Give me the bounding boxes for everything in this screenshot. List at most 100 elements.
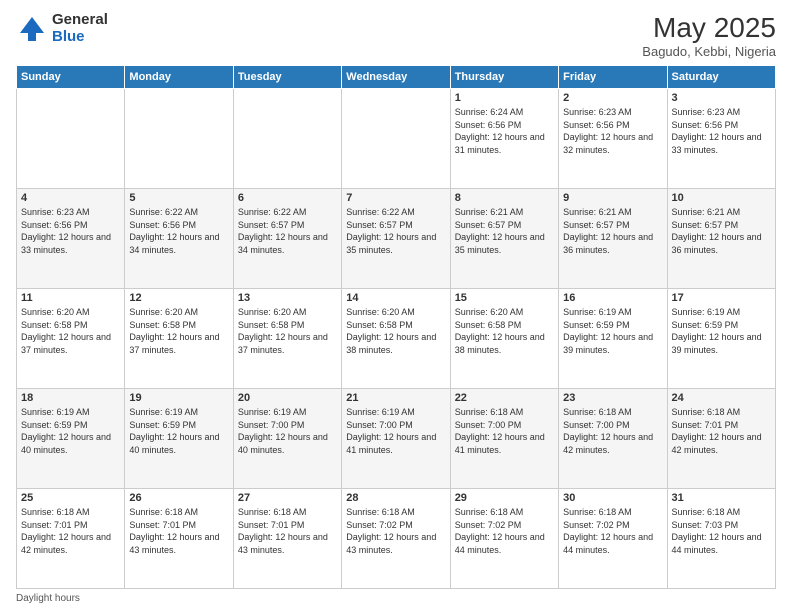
day-info: Sunrise: 6:18 AM Sunset: 7:03 PM Dayligh… <box>672 506 771 556</box>
day-number: 4 <box>21 192 120 204</box>
day-number: 5 <box>129 192 228 204</box>
calendar-cell: 20Sunrise: 6:19 AM Sunset: 7:00 PM Dayli… <box>233 389 341 489</box>
day-number: 27 <box>238 492 337 504</box>
calendar-cell: 15 Sunrise: 6:20 AM Sunset: 6:58 PM Dayli… <box>450 289 558 389</box>
day-info: Sunrise: 6:19 AM Sunset: 6:59 PM Dayligh… <box>129 406 228 456</box>
calendar-cell: 18Sunrise: 6:19 AM Sunset: 6:59 PM Dayli… <box>17 389 125 489</box>
calendar-cell: 2Sunrise: 6:23 AM Sunset: 6:56 PM Daylig… <box>559 89 667 189</box>
day-number: 7 <box>346 192 445 204</box>
calendar-cell <box>342 89 450 189</box>
calendar-cell: 21Sunrise: 6:19 AM Sunset: 7:00 PM Dayli… <box>342 389 450 489</box>
calendar-cell: 6 Sunrise: 6:22 AM Sunset: 6:57 PM Daylig… <box>233 189 341 289</box>
page: General Blue May 2025 Bagudo, Kebbi, Nig… <box>0 0 792 612</box>
day-info: Sunrise: 6:20 AM Sunset: 6:58 PM Dayligh… <box>455 306 554 356</box>
day-number: 17 <box>672 292 771 304</box>
day-info: Sunrise: 6:23 AM Sunset: 6:56 PM Dayligh… <box>21 206 120 256</box>
day-number: 13 <box>238 292 337 304</box>
calendar-week-row: 11 Sunrise: 6:20 AM Sunset: 6:58 PM Dayli… <box>17 289 776 389</box>
day-number: 25 <box>21 492 120 504</box>
location-subtitle: Bagudo, Kebbi, Nigeria <box>642 44 776 59</box>
day-info: Sunrise: 6:21 AM Sunset: 6:57 PM Dayligh… <box>672 206 771 256</box>
day-number: 15 <box>455 292 554 304</box>
calendar-cell: 22 Sunrise: 6:18 AM Sunset: 7:00 PM Dayli… <box>450 389 558 489</box>
day-info: Sunrise: 6:18 AM Sunset: 7:00 PM Dayligh… <box>455 406 554 456</box>
calendar-cell: 11Sunrise: 6:20 AM Sunset: 6:58 PM Dayli… <box>17 289 125 389</box>
day-info: Sunrise: 6:18 AM Sunset: 7:01 PM Dayligh… <box>238 506 337 556</box>
header: General Blue May 2025 Bagudo, Kebbi, Nig… <box>16 12 776 59</box>
calendar-cell: 4 Sunrise: 6:23 AM Sunset: 6:56 PM Daylig… <box>17 189 125 289</box>
calendar-week-row: 1Sunrise: 6:24 AM Sunset: 6:56 PM Daylig… <box>17 89 776 189</box>
logo-blue-text: Blue <box>52 29 108 46</box>
calendar-cell: 25Sunrise: 6:18 AM Sunset: 7:01 PM Dayli… <box>17 489 125 589</box>
month-title: May 2025 <box>642 12 776 44</box>
calendar-header-tuesday: Tuesday <box>233 66 341 89</box>
logo-text: General Blue <box>52 12 108 45</box>
calendar-week-row: 18Sunrise: 6:19 AM Sunset: 6:59 PM Dayli… <box>17 389 776 489</box>
day-info: Sunrise: 6:23 AM Sunset: 6:56 PM Dayligh… <box>672 106 771 156</box>
calendar-header-friday: Friday <box>559 66 667 89</box>
calendar-cell: 8Sunrise: 6:21 AM Sunset: 6:57 PM Daylig… <box>450 189 558 289</box>
calendar-table: SundayMondayTuesdayWednesdayThursdayFrid… <box>16 65 776 589</box>
calendar-cell: 31 Sunrise: 6:18 AM Sunset: 7:03 PM Dayli… <box>667 489 775 589</box>
calendar-header-thursday: Thursday <box>450 66 558 89</box>
logo: General Blue <box>16 12 108 45</box>
calendar-cell: 16 Sunrise: 6:19 AM Sunset: 6:59 PM Dayli… <box>559 289 667 389</box>
day-number: 24 <box>672 392 771 404</box>
day-number: 26 <box>129 492 228 504</box>
day-number: 16 <box>563 292 662 304</box>
day-info: Sunrise: 6:18 AM Sunset: 7:00 PM Dayligh… <box>563 406 662 456</box>
day-info: Sunrise: 6:19 AM Sunset: 6:59 PM Dayligh… <box>563 306 662 356</box>
day-info: Sunrise: 6:19 AM Sunset: 7:00 PM Dayligh… <box>346 406 445 456</box>
calendar-cell: 23 Sunrise: 6:18 AM Sunset: 7:00 PM Dayli… <box>559 389 667 489</box>
calendar-cell: 24 Sunrise: 6:18 AM Sunset: 7:01 PM Dayli… <box>667 389 775 489</box>
day-number: 22 <box>455 392 554 404</box>
calendar-cell: 14 Sunrise: 6:20 AM Sunset: 6:58 PM Dayli… <box>342 289 450 389</box>
calendar-cell: 7 Sunrise: 6:22 AM Sunset: 6:57 PM Daylig… <box>342 189 450 289</box>
day-info: Sunrise: 6:18 AM Sunset: 7:02 PM Dayligh… <box>346 506 445 556</box>
day-info: Sunrise: 6:20 AM Sunset: 6:58 PM Dayligh… <box>346 306 445 356</box>
day-number: 19 <box>129 392 228 404</box>
day-info: Sunrise: 6:22 AM Sunset: 6:57 PM Dayligh… <box>238 206 337 256</box>
day-info: Sunrise: 6:19 AM Sunset: 7:00 PM Dayligh… <box>238 406 337 456</box>
day-number: 2 <box>563 92 662 104</box>
day-number: 6 <box>238 192 337 204</box>
calendar-cell: 29Sunrise: 6:18 AM Sunset: 7:02 PM Dayli… <box>450 489 558 589</box>
calendar-cell: 5 Sunrise: 6:22 AM Sunset: 6:56 PM Daylig… <box>125 189 233 289</box>
day-number: 29 <box>455 492 554 504</box>
calendar-cell: 26Sunrise: 6:18 AM Sunset: 7:01 PM Dayli… <box>125 489 233 589</box>
day-number: 28 <box>346 492 445 504</box>
day-info: Sunrise: 6:19 AM Sunset: 6:59 PM Dayligh… <box>21 406 120 456</box>
calendar-cell: 17Sunrise: 6:19 AM Sunset: 6:59 PM Dayli… <box>667 289 775 389</box>
day-number: 14 <box>346 292 445 304</box>
logo-general-text: General <box>52 12 108 29</box>
calendar-cell: 27 Sunrise: 6:18 AM Sunset: 7:01 PM Dayli… <box>233 489 341 589</box>
calendar-cell: 30Sunrise: 6:18 AM Sunset: 7:02 PM Dayli… <box>559 489 667 589</box>
calendar-week-row: 25 Sunrise: 6:18 AM Sunset: 7:01 PM Dayli… <box>17 489 776 589</box>
calendar-cell <box>233 89 341 189</box>
day-number: 11 <box>21 292 120 304</box>
day-number: 30 <box>563 492 662 504</box>
calendar-header-saturday: Saturday <box>667 66 775 89</box>
calendar-cell: 28 Sunrise: 6:18 AM Sunset: 7:02 PM Dayli… <box>342 489 450 589</box>
day-number: 23 <box>563 392 662 404</box>
calendar-header-row: SundayMondayTuesdayWednesdayThursdayFrid… <box>17 66 776 89</box>
day-info: Sunrise: 6:21 AM Sunset: 6:57 PM Dayligh… <box>563 206 662 256</box>
day-number: 10 <box>672 192 771 204</box>
calendar-cell: 3 Sunrise: 6:23 AM Sunset: 6:56 PM Daylig… <box>667 89 775 189</box>
calendar-header-sunday: Sunday <box>17 66 125 89</box>
calendar-cell: 1Sunrise: 6:24 AM Sunset: 6:56 PM Daylig… <box>450 89 558 189</box>
calendar-header-monday: Monday <box>125 66 233 89</box>
calendar-week-row: 4 Sunrise: 6:23 AM Sunset: 6:56 PM Daylig… <box>17 189 776 289</box>
calendar-cell <box>125 89 233 189</box>
day-number: 9 <box>563 192 662 204</box>
calendar-cell: 13 Sunrise: 6:20 AM Sunset: 6:58 PM Dayli… <box>233 289 341 389</box>
day-number: 31 <box>672 492 771 504</box>
day-number: 3 <box>672 92 771 104</box>
calendar-cell: 19 Sunrise: 6:19 AM Sunset: 6:59 PM Dayli… <box>125 389 233 489</box>
day-number: 12 <box>129 292 228 304</box>
day-info: Sunrise: 6:22 AM Sunset: 6:57 PM Dayligh… <box>346 206 445 256</box>
day-info: Sunrise: 6:22 AM Sunset: 6:56 PM Dayligh… <box>129 206 228 256</box>
day-info: Sunrise: 6:20 AM Sunset: 6:58 PM Dayligh… <box>238 306 337 356</box>
day-info: Sunrise: 6:24 AM Sunset: 6:56 PM Dayligh… <box>455 106 554 156</box>
day-info: Sunrise: 6:18 AM Sunset: 7:01 PM Dayligh… <box>672 406 771 456</box>
